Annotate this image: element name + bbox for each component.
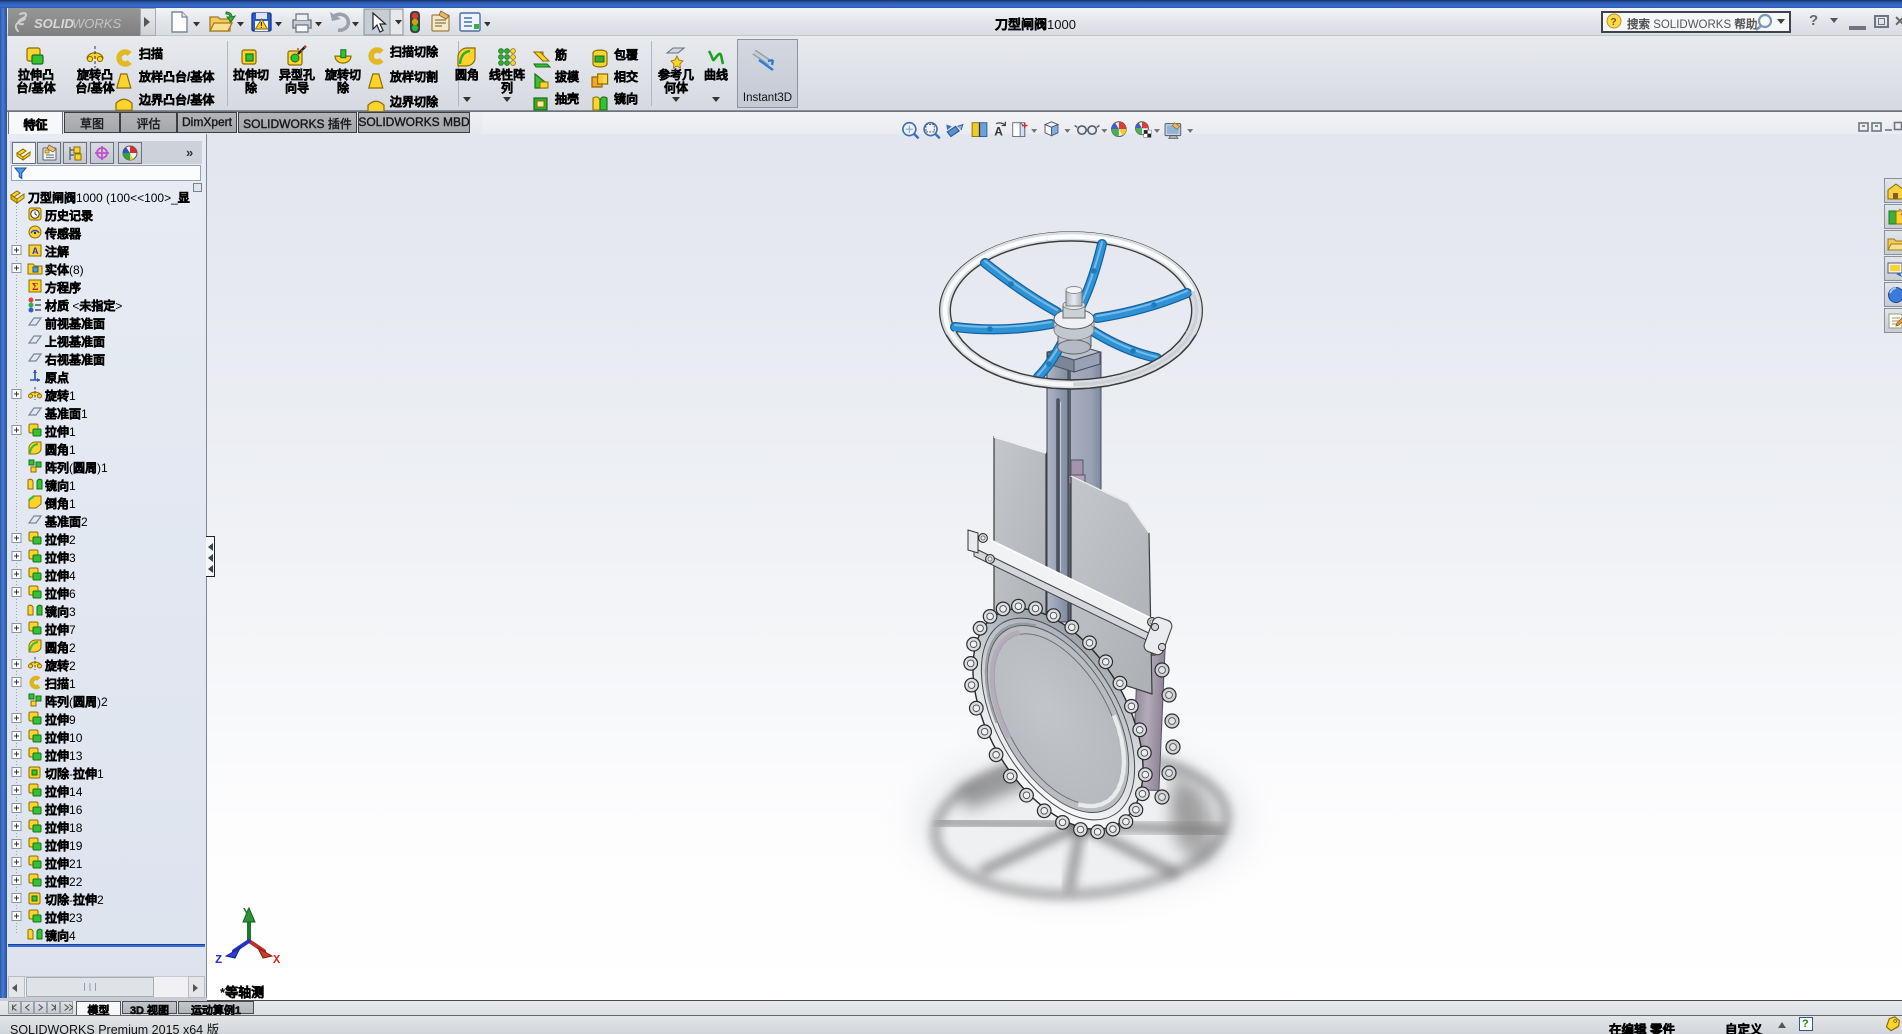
svg-text:?: ? — [1611, 17, 1617, 28]
svg-text:!: ! — [260, 21, 263, 30]
svg-text:A: A — [994, 125, 1003, 139]
svg-text:A: A — [32, 246, 39, 256]
svg-text:Σ: Σ — [32, 282, 39, 293]
svg-text:Y: Y — [243, 906, 251, 920]
svg-text:X: X — [273, 953, 281, 967]
